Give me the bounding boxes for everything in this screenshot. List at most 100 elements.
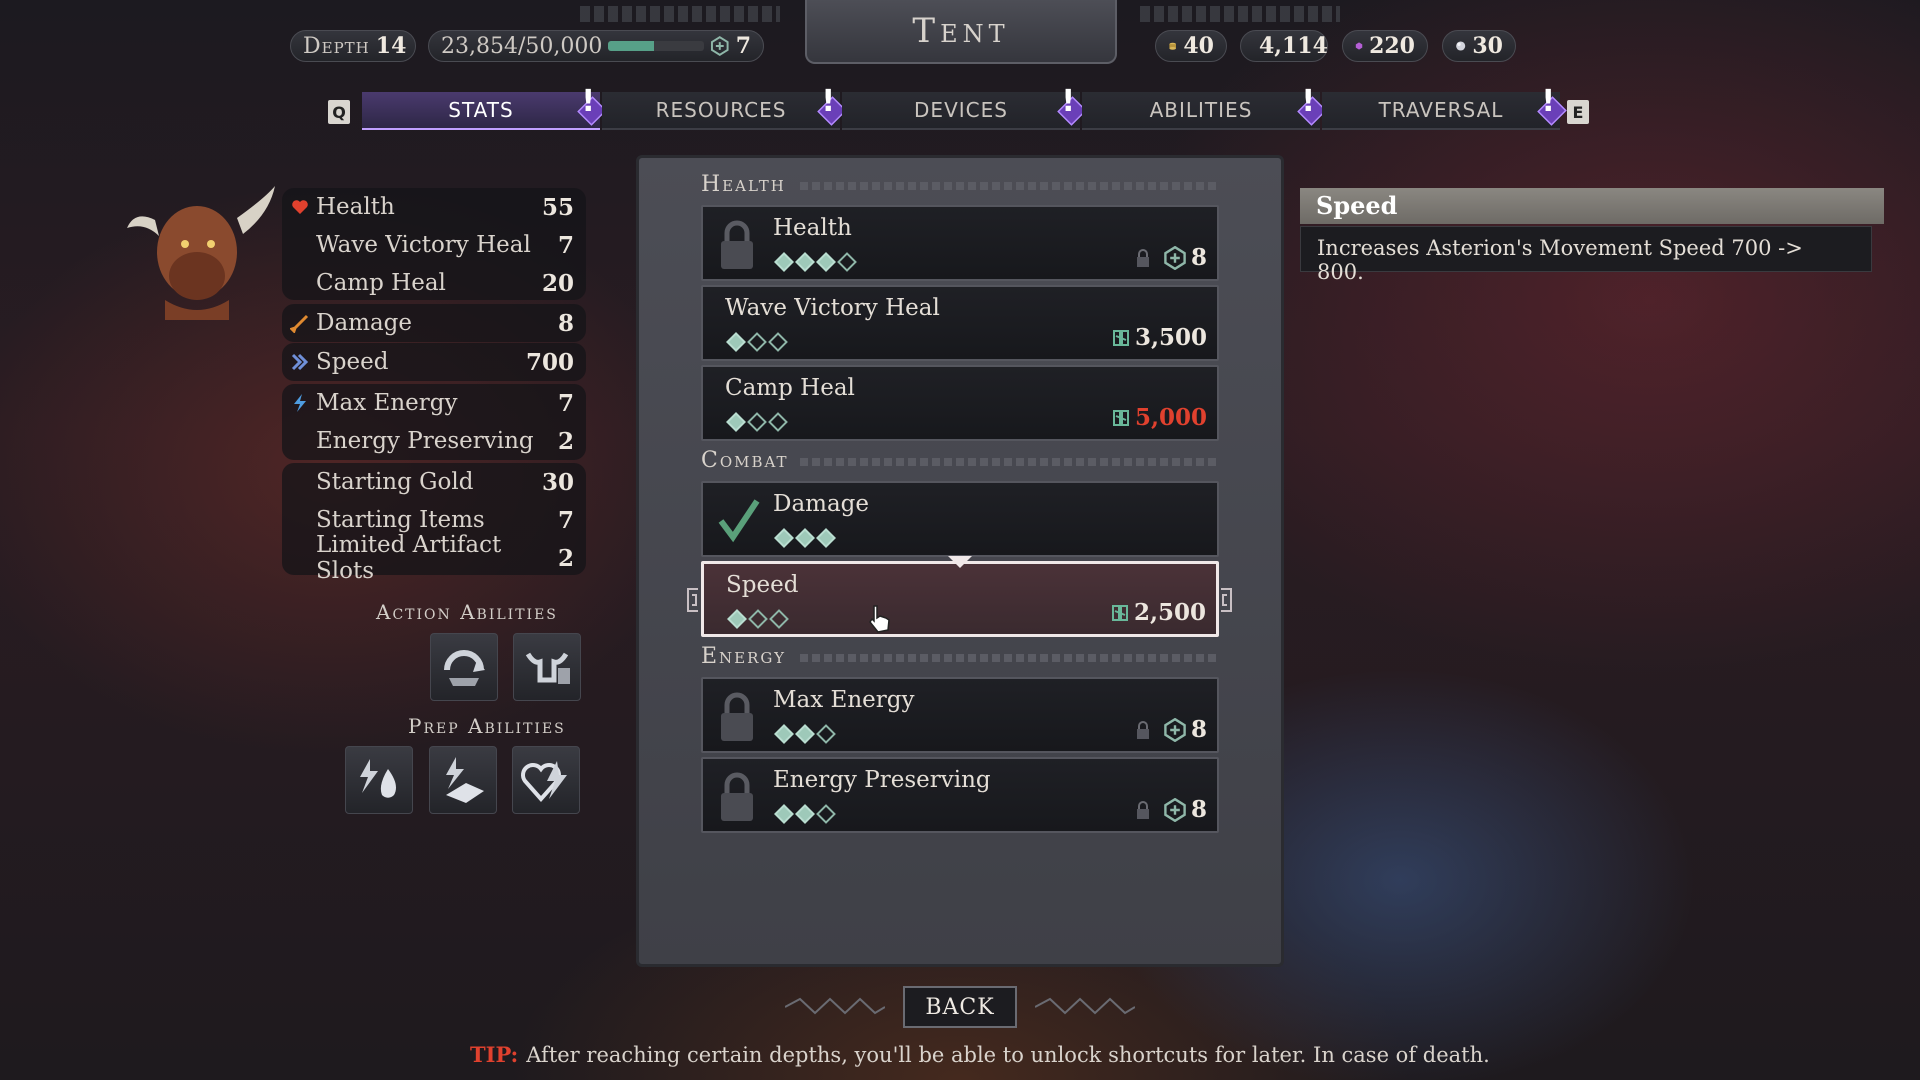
prev-tab-key[interactable]: Q [328, 100, 350, 124]
small-lock-icon [1136, 720, 1149, 739]
currency-gold-value: 40 [1183, 33, 1214, 59]
stat-speed: Speed 700 [282, 343, 586, 381]
upgrade-camp-heal-cost-value: 5,000 [1134, 404, 1207, 431]
top-ornament-left [580, 6, 780, 22]
stat-wave-victory-heal: Wave Victory Heal 7 [282, 226, 586, 264]
action-ability-slot-2[interactable] [513, 633, 581, 701]
stat-damage-label: Damage [316, 310, 413, 336]
tip-label: TIP: [470, 1042, 519, 1067]
upgrade-health-cost: 8 [1135, 244, 1207, 271]
stat-energy-preserving-value: 2 [557, 427, 574, 455]
tooltip-description: Increases Asterion's Movement Speed 700 … [1300, 226, 1872, 284]
heart-icon [292, 200, 308, 214]
page-title-text: Tent [912, 11, 1010, 51]
currency-rune: 4,114 [1240, 30, 1328, 62]
prep-ability-slot-3[interactable] [512, 746, 580, 814]
stat-starting-items-label: Starting Items [316, 507, 485, 533]
stat-starting-gold-label: Starting Gold [316, 469, 474, 495]
pip-filled [816, 528, 836, 548]
stat-camp-heal: Camp Heal 20 [282, 264, 586, 302]
currency-orb: 30 [1442, 30, 1516, 62]
prep-ability-slot-2[interactable] [429, 746, 497, 814]
lock-icon [721, 692, 753, 741]
upgrade-card-camp-heal[interactable]: Camp Heal 5,000 [701, 365, 1219, 441]
stat-max-energy-value: 7 [557, 389, 574, 417]
lock-icon [721, 772, 753, 821]
upgrade-max-energy-pips [774, 724, 836, 744]
tab-stats[interactable]: STATS ! [362, 84, 607, 130]
bull-charge-icon [525, 652, 570, 684]
upgrade-speed-cost: 2,500 [1110, 599, 1206, 626]
pip-filled [774, 724, 794, 744]
stat-starting-items-value: 7 [557, 506, 574, 534]
upgrade-card-damage[interactable]: Damage [701, 481, 1219, 557]
pip-filled [795, 724, 815, 744]
tab-abilities[interactable]: ABILITIES ! [1082, 84, 1327, 130]
stat-limited-artifact-slots-value: 2 [557, 544, 574, 572]
currency-gem: 220 [1342, 30, 1428, 62]
prep-ability-slot-1[interactable] [345, 746, 413, 814]
upgrade-health-cost-value: 8 [1190, 244, 1207, 271]
tip-text: After reaching certain depths, you'll be… [526, 1043, 1490, 1067]
green-rune-icon [1112, 329, 1129, 346]
tab-devices[interactable]: DEVICES ! [842, 84, 1087, 130]
experience-bar: 23,854/50,000 7 [428, 30, 764, 62]
category-energy-divider [800, 654, 1218, 662]
page-title: Tent [805, 0, 1117, 64]
action-ability-slot-1[interactable] [430, 633, 498, 701]
upgrade-wave-victory-heal-cost-value: 3,500 [1134, 324, 1207, 351]
silver-orb-icon [1456, 41, 1466, 51]
stat-group-speed: Speed 700 [282, 343, 586, 381]
pip-filled [816, 252, 836, 272]
upgrade-camp-heal-cost: 5,000 [1111, 404, 1207, 431]
hand-cursor-icon [869, 605, 890, 633]
xp-progress-fill [608, 41, 655, 51]
xp-progress-track [608, 41, 705, 51]
upgrade-max-energy-name: Max Energy [773, 687, 915, 713]
pip-filled [727, 609, 747, 629]
upgrade-max-energy-cost: 8 [1135, 716, 1207, 743]
upgrade-card-health[interactable]: Health 8 [701, 205, 1219, 281]
purple-gem-icon [1355, 42, 1363, 50]
action-abilities-heading: Action Abilities [376, 600, 558, 624]
currency-gem-value: 220 [1369, 33, 1415, 59]
pip-filled [774, 804, 794, 824]
next-tab-key[interactable]: E [1567, 100, 1589, 124]
upgrade-max-energy-cost-value: 8 [1190, 716, 1207, 743]
pip-filled [774, 528, 794, 548]
tab-traversal[interactable]: TRAVERSAL ! [1322, 84, 1567, 130]
upgrade-card-speed[interactable]: Speed 2,500 [701, 561, 1219, 637]
pip-empty [769, 609, 789, 629]
stat-energy-preserving-label: Energy Preserving [316, 428, 534, 454]
stat-wave-victory-heal-label: Wave Victory Heal [316, 232, 531, 258]
stat-group-start: Starting Gold 30 Starting Items 7 Limite… [282, 463, 586, 584]
ornament-right-icon [1035, 997, 1135, 1015]
tab-abilities-label: ABILITIES [1149, 98, 1253, 122]
upgrade-damage-name: Damage [773, 491, 870, 517]
upgrade-card-energy-preserving[interactable]: Energy Preserving 8 [701, 757, 1219, 833]
small-lock-icon [1136, 800, 1149, 819]
tab-stats-alert-mark: ! [581, 84, 596, 119]
green-rune-icon [1112, 409, 1129, 426]
lock-icon [721, 220, 753, 269]
stat-damage-value: 8 [557, 309, 574, 337]
sword-icon [290, 314, 309, 333]
selection-pointer-icon [948, 556, 972, 568]
lightning-icon [294, 394, 306, 412]
tab-resources-alert-mark: ! [821, 84, 836, 119]
stat-wave-victory-heal-value: 7 [557, 231, 574, 259]
lightning-heart-icon [521, 761, 567, 803]
tab-traversal-label: TRAVERSAL [1378, 98, 1504, 122]
stat-health: Health 55 [282, 188, 586, 226]
selection-bracket-left-icon [687, 588, 698, 612]
pip-empty [748, 609, 768, 629]
upgrade-card-max-energy[interactable]: Max Energy 8 [701, 677, 1219, 753]
spin-attack-icon [444, 650, 485, 686]
upgrade-card-wave-victory-heal[interactable]: Wave Victory Heal 3,500 [701, 285, 1219, 361]
tab-resources[interactable]: RESOURCES ! [602, 84, 847, 130]
upgrade-camp-heal-name: Camp Heal [725, 375, 855, 401]
category-combat: Combat [701, 448, 789, 473]
pip-filled [774, 252, 794, 272]
back-button[interactable]: BACK [903, 986, 1017, 1028]
stat-damage: Damage 8 [282, 304, 586, 342]
